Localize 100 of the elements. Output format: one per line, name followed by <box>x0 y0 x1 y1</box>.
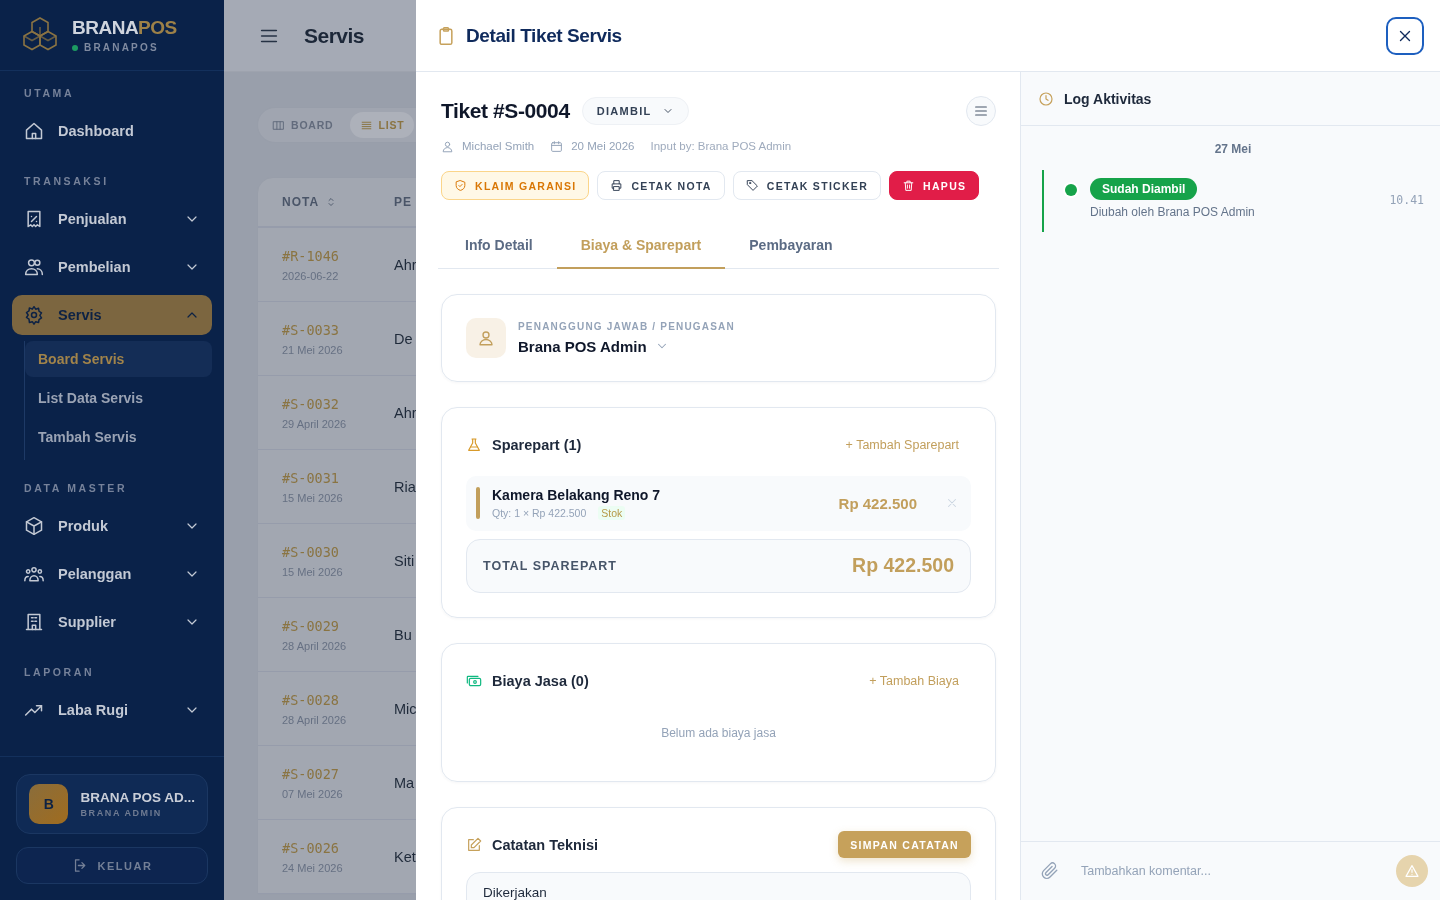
card-title: Catatan Teknisi <box>492 836 600 853</box>
status-badge: Sudah Diambil <box>1090 178 1198 200</box>
send-button[interactable] <box>1396 855 1428 887</box>
tab[interactable]: Biaya & Sparepart <box>556 222 726 269</box>
close-button[interactable] <box>1386 16 1424 55</box>
ticket-number[interactable]: #S-0033 <box>282 321 394 338</box>
submenu-item[interactable]: List Data Servis <box>25 380 212 416</box>
action-button[interactable]: CETAK STICKER <box>732 171 882 200</box>
action-button[interactable]: CETAK NOTA <box>597 171 725 200</box>
table-cell: Ria <box>394 478 416 495</box>
brand-subtitle: BRANAPOS <box>84 42 159 53</box>
card-title: Sparepart (1) <box>492 436 583 453</box>
sidebar-item[interactable]: Pelanggan <box>12 554 212 594</box>
item-price: Rp 422.500 <box>838 494 917 512</box>
sidebar-item[interactable]: Supplier <box>12 602 212 642</box>
sidebar-item[interactable]: Laba Rugi <box>12 690 212 730</box>
sidebar-item[interactable]: Pembelian <box>12 247 212 287</box>
ticket-date: 15 Mei 2026 <box>282 491 344 504</box>
menu-icon <box>973 103 989 119</box>
table-cell: Mic <box>394 700 416 717</box>
comment-field[interactable]: Tambahkan komentar... <box>1071 854 1384 888</box>
sidebar-item[interactable]: Penjualan <box>12 199 212 239</box>
action-button[interactable]: HAPUS <box>889 171 980 200</box>
home-icon <box>24 121 44 141</box>
sidebar-item[interactable]: Servis <box>12 295 212 335</box>
assignee-dropdown[interactable]: Brana POS Admin <box>518 337 669 355</box>
item-name: Kamera Belakang Reno 7 <box>492 486 661 503</box>
printer-icon <box>610 179 624 192</box>
drawer-title: Detail Tiket Servis <box>466 24 623 47</box>
ticket-number[interactable]: #S-0027 <box>282 765 394 782</box>
status-dropdown[interactable]: DIAMBIL <box>581 97 689 125</box>
column-header[interactable]: PE <box>394 195 412 209</box>
ticket-number[interactable]: #S-0030 <box>282 543 394 560</box>
paperclip-icon <box>1041 862 1059 880</box>
card-title: Biaya Jasa (0) <box>492 672 590 689</box>
ticket-date: 15 Mei 2026 <box>282 565 344 578</box>
save-notes-button[interactable]: SIMPAN CATATAN <box>838 831 971 858</box>
edit-icon <box>466 836 482 853</box>
submenu-item[interactable]: Board Servis <box>25 341 212 377</box>
ticket-number[interactable]: #S-0028 <box>282 691 394 708</box>
log-date: 27 Mei <box>1213 142 1253 156</box>
ticket-number[interactable]: #S-0031 <box>282 469 394 486</box>
view-tab[interactable]: BOARD <box>262 112 344 138</box>
ticket-number[interactable]: #S-0032 <box>282 395 394 412</box>
status-dot <box>72 44 78 51</box>
ticket-number[interactable]: #S-0026 <box>282 839 394 856</box>
ticket-date: 21 Mei 2026 <box>282 343 344 356</box>
menu-button[interactable] <box>966 96 996 126</box>
users-icon <box>24 257 44 277</box>
add-service-link[interactable]: + Tambah Biaya <box>869 673 959 688</box>
ticket-number[interactable]: #R-1046 <box>282 247 394 264</box>
view-tab[interactable]: LIST <box>349 112 415 138</box>
tab[interactable]: Pembayaran <box>725 222 857 269</box>
page-title: Servis <box>304 23 365 48</box>
submenu-item[interactable]: Tambah Servis <box>25 419 212 455</box>
section-label: LAPORAN <box>23 665 96 680</box>
total-value: Rp 422.500 <box>852 554 954 577</box>
ticket-title: Tiket #S-0004 <box>441 99 570 123</box>
user-role: BRANA ADMIN <box>80 808 163 818</box>
ticket-number[interactable]: #S-0029 <box>282 617 394 634</box>
brand-name: BRANAPOS <box>72 17 177 39</box>
avatar: B <box>29 784 69 824</box>
flask-icon <box>466 436 482 453</box>
table-cell: Ma <box>394 774 415 791</box>
sidebar-item[interactable]: Produk <box>12 506 212 546</box>
user-card[interactable]: B BRANA POS AD... BRANA ADMIN <box>16 774 208 834</box>
notes-field[interactable]: Dikerjakan <box>466 871 971 900</box>
stock-tag: Stok <box>598 505 626 520</box>
user-name: BRANA POS AD... <box>80 790 195 805</box>
table-cell: De <box>394 330 413 347</box>
close-icon <box>945 496 959 510</box>
trash-icon <box>902 179 916 192</box>
warning-icon <box>1404 863 1420 879</box>
section-label: TRANSAKSI <box>23 174 110 189</box>
table-cell: Bu <box>394 626 412 643</box>
column-header[interactable]: NOTA <box>282 195 320 209</box>
group-icon <box>24 564 44 584</box>
log-author: Diubah oleh Brana POS Admin <box>1090 205 1255 219</box>
tag-icon <box>745 179 759 192</box>
ticket-date: 07 Mei 2026 <box>282 787 344 800</box>
section-label: DATA MASTER <box>23 481 129 496</box>
attach-button[interactable] <box>1041 862 1059 880</box>
empty-message: Belum ada biaya jasa <box>660 724 777 742</box>
logout-button[interactable]: KELUAR <box>16 847 208 884</box>
input-by-text: Input by: Brana POS Admin <box>650 140 792 152</box>
ticket-date: 2026-06-22 <box>282 269 340 282</box>
remove-button[interactable] <box>945 496 959 510</box>
table-cell: Ket <box>394 848 416 865</box>
shield-icon <box>454 179 467 192</box>
user-icon <box>477 328 495 347</box>
ticket-date: 28 April 2026 <box>282 713 348 726</box>
ticket-date: 20 Mei 2026 <box>571 140 635 152</box>
add-sparepart-link[interactable]: + Tambah Sparepart <box>845 437 959 452</box>
tab[interactable]: Info Detail <box>441 222 557 269</box>
clipboard-icon <box>436 25 456 46</box>
log-time: 10.41 <box>1389 193 1424 209</box>
log-title: Log Aktivitas <box>1064 90 1152 107</box>
customer-name: Michael Smith <box>462 140 535 152</box>
sidebar-item[interactable]: Dashboard <box>12 111 212 151</box>
action-button[interactable]: KLAIM GARANSI <box>441 171 590 200</box>
